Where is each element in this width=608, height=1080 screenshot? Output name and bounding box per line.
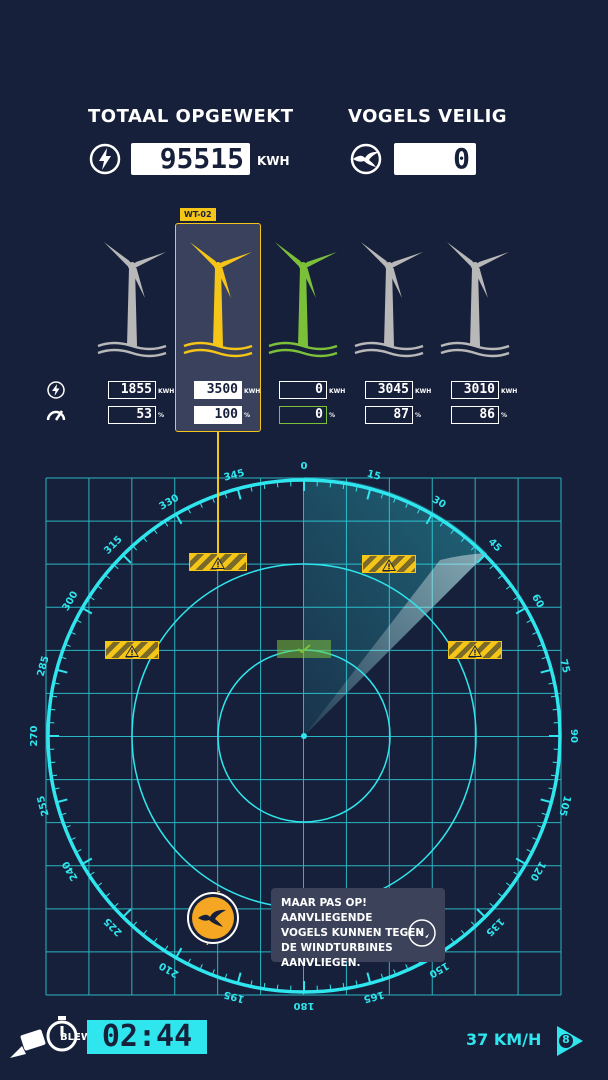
turbine-4-efficiency: 87 — [365, 406, 413, 424]
turbine-1-efficiency-unit: % — [158, 412, 165, 419]
warning-icon — [211, 557, 225, 569]
compass-label-0: 0 — [301, 461, 308, 472]
total-generated-label: TOTAAL OPGEWEKT — [88, 106, 294, 127]
compass-label-120: 120 — [527, 859, 547, 883]
compass-label-75: 75 — [557, 658, 571, 674]
turbine-1[interactable] — [92, 238, 172, 360]
turbine-2[interactable] — [178, 238, 258, 360]
gauge-icon — [46, 406, 66, 424]
turbine-5-power: 3010 — [451, 381, 499, 399]
turbine-1-power: 1855 — [108, 381, 156, 399]
compass-label-165: 165 — [362, 988, 385, 1004]
warning-icon — [468, 645, 482, 657]
turbine-5-efficiency-unit: % — [501, 412, 508, 419]
turbine-2-power-unit: KWH — [244, 388, 261, 395]
compass-label-105: 105 — [556, 794, 572, 817]
turbine-5-efficiency: 86 — [451, 406, 499, 424]
warning-icon — [382, 559, 396, 571]
bird-icon — [349, 143, 383, 175]
warning-icon — [125, 645, 139, 657]
selection-connector — [217, 432, 219, 556]
marker-wt-05[interactable] — [448, 641, 502, 659]
turbine-1-efficiency: 53 — [108, 406, 156, 424]
compass-label-135: 135 — [483, 915, 506, 938]
marker-wt-01[interactable] — [105, 641, 159, 659]
radar-sweep — [304, 477, 487, 736]
wind-badge: 8 — [562, 1033, 570, 1046]
compass-label-225: 225 — [102, 915, 125, 938]
power-row-icon — [47, 381, 65, 399]
marker-wt-04[interactable] — [362, 555, 416, 573]
birds-flock-icon — [407, 918, 437, 948]
birds-safe-value: 0 — [394, 143, 476, 175]
total-generated-unit: KWH — [257, 154, 290, 168]
turbine-5-power-unit: KWH — [501, 388, 518, 395]
bird-marker[interactable] — [186, 860, 240, 1022]
watermark-logo — [8, 1028, 48, 1062]
compass-label-90: 90 — [568, 729, 579, 743]
compass-label-330: 330 — [157, 493, 181, 513]
wind-direction-icon: 8 — [555, 1024, 585, 1058]
turbine-3-efficiency: 0 — [279, 406, 327, 424]
compass-label-240: 240 — [61, 859, 81, 883]
compass-label-180: 180 — [294, 1000, 315, 1011]
turbine-2-power: 3500 — [194, 381, 242, 399]
turbine-5[interactable] — [435, 238, 515, 360]
check-icon — [297, 644, 311, 654]
turbine-1-power-unit: KWH — [158, 388, 175, 395]
bird-warning-tooltip: MAAR PAS OP! AANVLIEGENDE VOGELS KUNNEN … — [271, 888, 445, 969]
countdown-timer: 02:44 — [87, 1020, 207, 1054]
turbine-2-efficiency: 100 — [194, 406, 242, 424]
compass-label-345: 345 — [223, 468, 246, 484]
birds-safe-label: VOGELS VEILIG — [348, 106, 508, 127]
compass-label-255: 255 — [36, 794, 52, 817]
turbine-4-power: 3045 — [365, 381, 413, 399]
compass-label-45: 45 — [486, 537, 504, 555]
compass-label-195: 195 — [223, 988, 246, 1004]
compass-label-15: 15 — [366, 469, 382, 483]
wind-speed: 37 KM/H — [466, 1030, 542, 1049]
turbine-3-power-unit: KWH — [329, 388, 346, 395]
turbine-2-efficiency-unit: % — [244, 412, 251, 419]
turbine-3[interactable] — [263, 238, 343, 360]
turbine-4-efficiency-unit: % — [415, 412, 422, 419]
compass-label-270: 270 — [29, 726, 40, 747]
turbine-3-power: 0 — [279, 381, 327, 399]
lightning-icon — [89, 143, 121, 175]
turbine-3-efficiency-unit: % — [329, 412, 336, 419]
turbine-4-power-unit: KWH — [415, 388, 432, 395]
selected-turbine-tag: WT-02 — [180, 208, 216, 221]
total-generated-value: 95515 — [131, 143, 250, 175]
turbine-4[interactable] — [349, 238, 429, 360]
compass-label-315: 315 — [102, 534, 125, 557]
compass-label-210: 210 — [157, 959, 181, 979]
compass-label-285: 285 — [36, 655, 52, 678]
marker-wt-03[interactable] — [277, 640, 331, 658]
tooltip-line-4: AANVLIEGEN. — [281, 957, 361, 969]
compass-label-300: 300 — [61, 589, 81, 613]
